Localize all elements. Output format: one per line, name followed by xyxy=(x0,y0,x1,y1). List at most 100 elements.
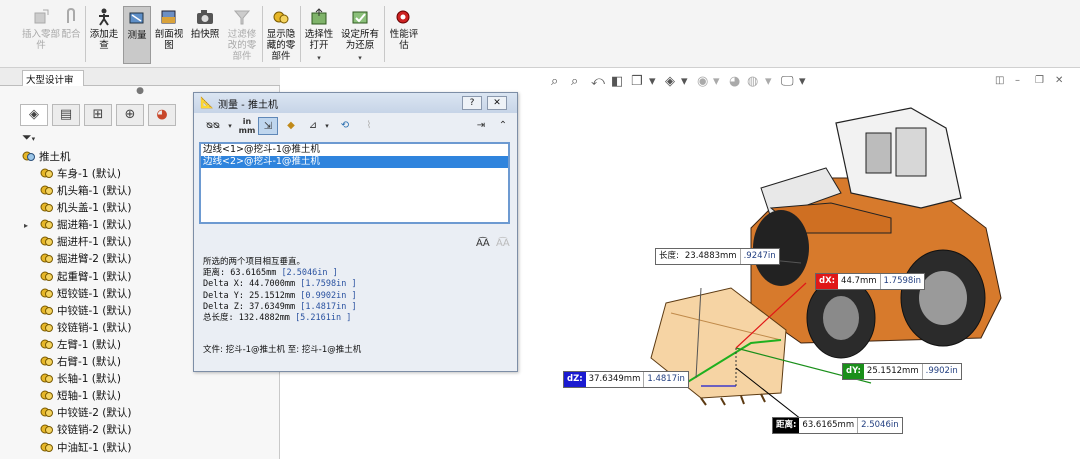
tree-root-assembly[interactable]: 推土机 xyxy=(22,149,71,163)
sensor-icon[interactable]: ⌇ xyxy=(360,117,378,135)
mate-label: 配合 xyxy=(61,29,81,40)
tree-item[interactable]: 长轴-1 (默认) xyxy=(24,371,274,388)
result-label: 距离: xyxy=(203,268,226,279)
dy-callout[interactable]: dY: 25.1512mm .9902in xyxy=(842,363,962,380)
chevron-down-icon[interactable]: ▾ xyxy=(302,53,336,64)
length-tag: 长度: xyxy=(656,249,682,264)
measure-button[interactable]: 测量 xyxy=(123,6,151,64)
camera-icon xyxy=(197,10,213,24)
selection-list[interactable]: 边线<1>@挖斗-1@推土机 边线<2>@挖斗-1@推土机 xyxy=(199,142,510,224)
part-icon xyxy=(40,424,53,435)
decrease-font-icon[interactable]: A͡A xyxy=(496,238,510,249)
measure-label: 测量 xyxy=(127,30,147,41)
snapshot-label: 拍快照 xyxy=(190,29,220,40)
assembly-icon: ◈ xyxy=(29,107,39,122)
expand-arrow-icon[interactable]: ▸ xyxy=(24,217,28,234)
pin-icon[interactable]: ⇥ xyxy=(474,117,488,135)
result-mm-value: 37.6349mm xyxy=(249,301,296,312)
tab-large-design-review[interactable]: 大型设计审阅 xyxy=(22,70,84,100)
selection-item[interactable]: 边线<2>@挖斗-1@推土机 xyxy=(201,156,508,168)
tree-item[interactable]: 中铰链-2 (默认) xyxy=(24,405,274,422)
distance-callout[interactable]: 距离: 63.6165mm 2.5046in xyxy=(772,417,903,434)
chevron-down-icon[interactable]: ▾ xyxy=(322,117,332,135)
measure-icon xyxy=(129,12,144,24)
tree-item[interactable]: 铰链销-2 (默认) xyxy=(24,422,274,439)
command-ribbon: 插入零部件 配合 添加走查 测量 剖面视图 拍快照 过滤修改的零部件 显示隐藏的… xyxy=(0,0,1080,68)
close-button[interactable]: ✕ xyxy=(487,96,507,110)
measure-results: 所选的两个项目相互垂直。 距离: 63.6165mm [2.5046in ] De… xyxy=(203,257,513,324)
tree-item-label: 左臂-1 (默认) xyxy=(57,338,121,351)
set-all-restore-label: 设定所有为还原 xyxy=(340,29,379,51)
part-icon xyxy=(40,236,53,247)
part-icon xyxy=(40,339,53,349)
show-hidden-label: 显示隐藏的零部件 xyxy=(266,29,296,62)
config-icon: ⊞ xyxy=(92,107,104,122)
display-manager-tab[interactable]: ◕ xyxy=(148,104,176,126)
dialog-title-bar[interactable]: 📐 测量 - 推土机 ? ✕ xyxy=(194,93,517,113)
restore-icon xyxy=(352,11,368,24)
history-icon[interactable]: ⟲ xyxy=(336,117,354,135)
result-inch-value: [0.9902in ] xyxy=(300,290,357,301)
paperclip-icon xyxy=(67,8,75,23)
command-tab-bar: 大型设计审阅 xyxy=(0,68,280,100)
length-mm-value: 23.4883mm xyxy=(682,249,741,264)
section-view-button[interactable]: 剖面视图 xyxy=(153,6,185,64)
chevron-down-icon[interactable]: ▾ xyxy=(339,53,381,64)
filter-modified-button[interactable]: 过滤修改的零部件 xyxy=(224,6,260,64)
tree-item[interactable]: 短轴-1 (默认) xyxy=(24,388,274,405)
arc-circle-measure-icon[interactable]: ᴓᴓ xyxy=(202,117,224,135)
result-inch-value: [2.5046in ] xyxy=(281,268,338,279)
result-row: Delta X: 44.7000mm [1.7598in ] xyxy=(203,279,513,290)
feature-tree-tab[interactable]: ◈ xyxy=(20,104,48,126)
units-precision-icon[interactable]: in mm xyxy=(238,117,256,135)
insert-component-label: 插入零部件 xyxy=(22,29,61,51)
dx-mm-value: 44.7mm xyxy=(838,274,881,289)
dz-callout[interactable]: dZ: 37.6349mm 1.4817in xyxy=(563,371,689,388)
help-button[interactable]: ? xyxy=(462,96,482,110)
dimxpert-tab[interactable]: ⊕ xyxy=(116,104,144,126)
tree-filter[interactable]: ⏷▾ xyxy=(22,130,52,144)
tree-item-label: 短铰链-1 (默认) xyxy=(57,287,132,300)
snapshot-button[interactable]: 拍快照 xyxy=(188,6,222,64)
dy-inch-value: .9902in xyxy=(925,366,958,376)
selection-item[interactable]: 边线<1>@挖斗-1@推土机 xyxy=(201,144,508,156)
measure-dialog[interactable]: 📐 测量 - 推土机 ? ✕ ᴓᴓ ▾ in mm ⇲ ◆ ⊿ ▾ ⟲ ⌇ ⇥ ⌃… xyxy=(193,92,518,372)
crosshair-icon: ⊕ xyxy=(124,107,136,122)
add-walkthrough-button[interactable]: 添加走查 xyxy=(88,6,120,64)
collapse-icon[interactable]: ⌃ xyxy=(496,117,510,135)
set-all-restore-button[interactable]: 设定所有为还原 ▾ xyxy=(339,6,381,64)
tree-item-label: 车身-1 (默认) xyxy=(57,168,121,180)
part-icon xyxy=(40,288,53,298)
tree-item-label: 中铰链-2 (默认) xyxy=(57,407,132,420)
result-label: 总长度: xyxy=(203,313,234,324)
increase-font-icon[interactable]: A͡A xyxy=(476,238,490,249)
walkthrough-icon xyxy=(99,8,109,26)
assembly-icon xyxy=(22,151,35,161)
dz-inch-value: 1.4817in xyxy=(647,374,685,384)
tree-item[interactable]: 中油缸-1 (默认) xyxy=(24,440,274,457)
ribbon-separator xyxy=(262,6,263,62)
result-label: Delta Y: xyxy=(203,290,244,301)
performance-evaluation-button[interactable]: 性能评估 xyxy=(386,6,422,64)
length-inch-value: .9247in xyxy=(743,251,776,261)
appearance-icon: ◕ xyxy=(156,107,168,122)
point-to-point-icon[interactable]: ◆ xyxy=(282,117,300,135)
show-hidden-button[interactable]: 显示隐藏的零部件 xyxy=(264,6,298,64)
result-row: 距离: 63.6165mm [2.5046in ] xyxy=(203,268,513,279)
tree-item-label: 长轴-1 (默认) xyxy=(57,373,121,386)
show-xyz-icon[interactable]: ⇲ xyxy=(258,117,278,135)
projection-icon[interactable]: ⊿ xyxy=(304,117,322,135)
chevron-down-icon[interactable]: ▾ xyxy=(225,117,235,135)
insert-component-button[interactable]: 插入零部件 xyxy=(22,6,60,64)
distance-inch-value: 2.5046in xyxy=(861,420,899,430)
selective-open-button[interactable]: 选择性打开 ▾ xyxy=(302,6,336,64)
result-mm-value: 63.6165mm xyxy=(230,268,277,279)
result-inch-value: [1.4817in ] xyxy=(300,301,357,312)
length-callout[interactable]: 长度: 23.4883mm .9247in xyxy=(655,248,780,265)
result-row: Delta Y: 25.1512mm [0.9902in ] xyxy=(203,291,513,302)
part-icon xyxy=(40,390,53,401)
property-manager-tab[interactable]: ▤ xyxy=(52,104,80,126)
mate-button[interactable]: 配合 xyxy=(60,6,82,64)
config-manager-tab[interactable]: ⊞ xyxy=(84,104,112,126)
dx-callout[interactable]: dX: 44.7mm 1.7598in xyxy=(815,273,926,290)
